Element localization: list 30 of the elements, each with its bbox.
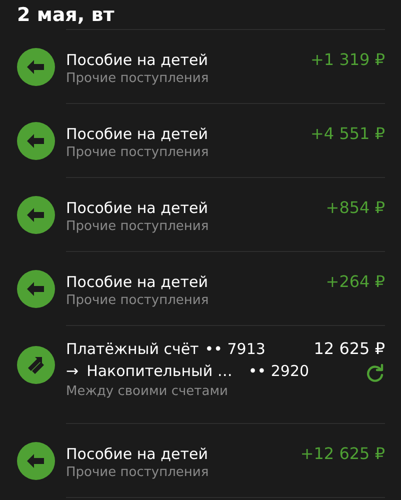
target-account-number: •• 2920 <box>248 361 310 382</box>
source-account-number: •• 7913 <box>204 339 266 360</box>
operation-row[interactable]: Пособие на детей Прочие поступления +12 625 ₽ <box>0 424 401 498</box>
operation-row[interactable]: Пособие на детей Прочие поступления +264 ₽ <box>0 252 401 326</box>
operation-title: Пособие на детей <box>66 444 209 464</box>
operation-category: Прочие поступления <box>66 218 210 236</box>
refresh-icon <box>365 364 385 384</box>
source-account-name: Платёжный счёт <box>66 339 199 360</box>
operation-row[interactable]: Пособие на детей Прочие поступления +1 319 ₽ <box>0 30 401 104</box>
operation-category: Прочие поступления <box>66 464 210 482</box>
operation-title: Пособие на детей <box>66 198 209 218</box>
operation-amount: +1 319 ₽ <box>310 50 385 71</box>
operation-category: Прочие поступления <box>66 70 210 88</box>
operation-amount: +264 ₽ <box>326 272 385 293</box>
direction-arrow: → <box>66 361 79 382</box>
operation-category: Между своими счетами <box>66 383 229 401</box>
operation-category: Прочие поступления <box>66 144 210 162</box>
operation-row[interactable]: Пособие на детей Прочие поступления +4 551 ₽ <box>0 104 401 178</box>
operation-row[interactable]: Платёжный счёт •• 7913 → Накопительный … •• 2920 Между своими счетами 12 625 ₽ <box>0 326 401 424</box>
operation-amount: +12 625 ₽ <box>300 444 385 465</box>
operation-amount: +4 551 ₽ <box>310 124 385 145</box>
operation-amount: 12 625 ₽ <box>314 338 385 360</box>
operation-title: Пособие на детей <box>66 50 209 70</box>
operation-row[interactable]: Пособие на детей Прочие поступления +854 ₽ <box>0 178 401 252</box>
operation-category: Прочие поступления <box>66 292 210 310</box>
date-header: 2 мая, вт <box>17 4 114 26</box>
operation-title: Пособие на детей <box>66 124 209 144</box>
operation-title: Пособие на детей <box>66 272 209 292</box>
target-account-name: Накопительный … <box>86 361 232 382</box>
operation-amount: +854 ₽ <box>326 198 385 219</box>
